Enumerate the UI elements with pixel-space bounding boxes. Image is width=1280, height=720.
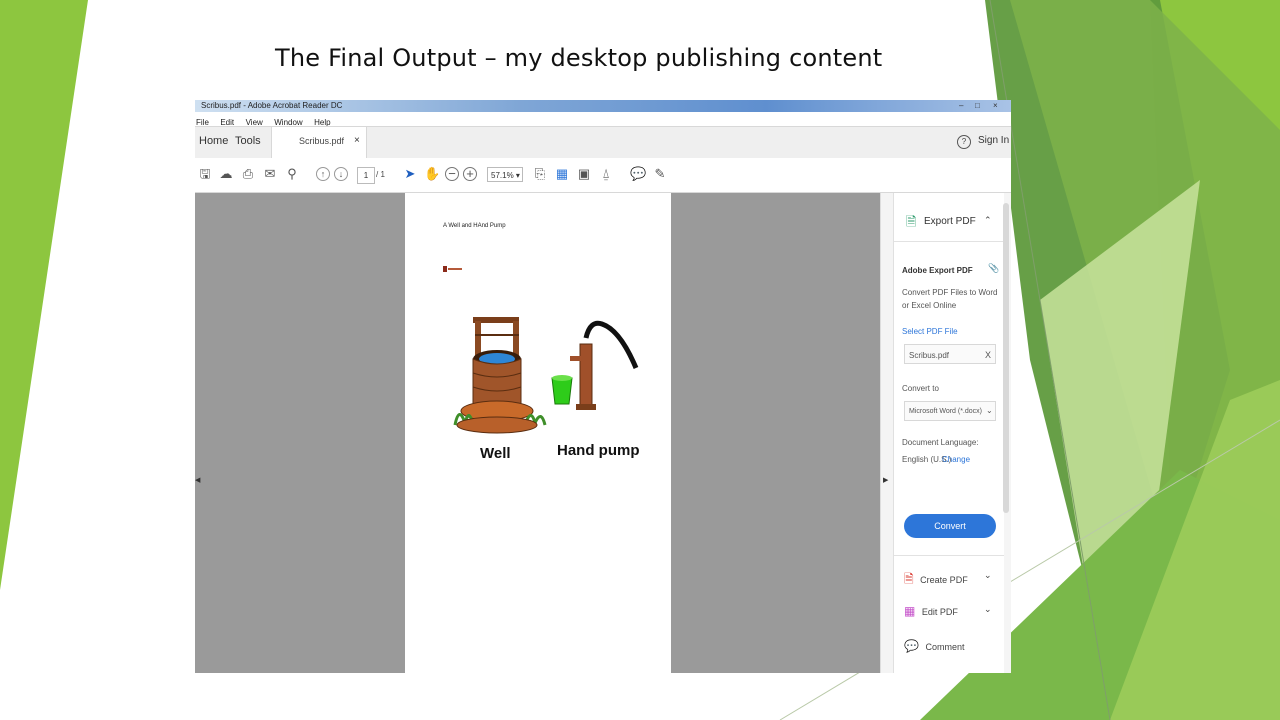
chevron-down-icon: ⌄	[986, 406, 993, 415]
window-title: Scribus.pdf - Adobe Acrobat Reader DC	[201, 101, 343, 110]
email-icon[interactable]: ✉	[262, 166, 278, 182]
tab-home[interactable]: Home	[199, 135, 228, 147]
comment-tool-icon: 💬	[904, 639, 919, 653]
hand-icon[interactable]: ✋	[424, 166, 440, 182]
right-pane-toggle-icon[interactable]: ▶	[883, 476, 888, 484]
page-number-input[interactable]: 1	[357, 167, 375, 184]
tab-close-icon[interactable]: ×	[354, 135, 360, 146]
zoom-out-icon[interactable]: −	[445, 167, 459, 181]
maximize-button[interactable]: □	[975, 101, 980, 110]
create-pdf-icon: 🗎	[904, 572, 914, 586]
logo-icon	[443, 266, 462, 272]
adobe-export-pdf-title: Adobe Export PDF	[902, 266, 973, 275]
search-icon[interactable]: ⚲	[284, 166, 300, 182]
marquee-icon[interactable]: ⍙	[598, 166, 614, 182]
select-pdf-file-label: Select PDF File	[902, 327, 958, 336]
fit-page-icon[interactable]: ⎘	[532, 166, 548, 182]
zoom-in-icon[interactable]: +	[463, 167, 477, 181]
convert-to-label: Convert to	[902, 384, 939, 393]
help-icon[interactable]: ?	[957, 135, 971, 149]
close-window-button[interactable]: ×	[993, 101, 998, 110]
chevron-down-icon[interactable]: ⌄	[984, 604, 992, 615]
right-pane: 🗎 Export PDF ⌃ Adobe Export PDF 📎 Conver…	[893, 193, 1011, 673]
tab-document-label: Scribus.pdf	[299, 136, 345, 146]
menu-bar: File Edit View Window Help	[195, 112, 1011, 127]
export-pdf-icon: 🗎	[906, 214, 917, 229]
hand-pump-illustration	[551, 320, 639, 410]
page-up-icon[interactable]: ↑	[316, 167, 330, 181]
description-line1: Convert PDF Files to Word	[902, 288, 998, 297]
minimize-button[interactable]: –	[959, 101, 963, 110]
collapse-chevron-icon[interactable]: ⌃	[984, 215, 992, 226]
chevron-down-icon[interactable]: ⌄	[984, 570, 992, 581]
pane-splitter[interactable]: ▶	[880, 193, 894, 673]
sign-in-link[interactable]: Sign In	[978, 135, 1009, 146]
tool-edit-pdf[interactable]: ▦ Edit PDF ⌄	[904, 604, 992, 618]
divider	[894, 555, 1004, 556]
edit-pdf-icon: ▦	[904, 604, 916, 618]
clear-file-icon[interactable]: X	[985, 350, 991, 360]
print-icon[interactable]: ⎙	[240, 166, 256, 182]
document-viewport[interactable]: ◀ A Well and HAnd Pump Well Hand pump	[195, 193, 880, 673]
tool-comment[interactable]: 💬 Comment	[904, 639, 964, 653]
file-field-value: Scribus.pdf	[909, 351, 950, 360]
toolbar: 🖫 ☁ ⎙ ✉ ⚲ ↑ ↓ 1 / 1 ➤ ✋ − + 57.1% ▾ ⎘ ▦ …	[195, 158, 1011, 193]
create-pdf-label: Create PDF	[920, 575, 968, 585]
select-cursor-icon[interactable]: ➤	[402, 166, 418, 182]
save-icon[interactable]: 🖫	[197, 166, 213, 182]
comment-label: Comment	[925, 642, 965, 652]
convert-button[interactable]: Convert	[904, 514, 996, 538]
divider	[894, 241, 1004, 242]
convert-to-select[interactable]: Microsoft Word (*.docx) ⌄	[904, 401, 996, 421]
zoom-select[interactable]: 57.1% ▾	[487, 167, 523, 182]
slide-title: The Final Output – my desktop publishing…	[275, 44, 883, 72]
description-line2: or Excel Online	[902, 301, 957, 310]
cloud-upload-icon[interactable]: ☁	[218, 166, 234, 182]
edit-pdf-label: Edit PDF	[921, 607, 958, 617]
well-caption: Well	[480, 445, 511, 462]
right-pane-scrollbar[interactable]	[1003, 203, 1009, 513]
left-collapse-arrow-icon[interactable]: ◀	[195, 476, 200, 484]
tab-bar: Home Tools Scribus.pdf × ? Sign In	[195, 126, 1011, 159]
tab-tools[interactable]: Tools	[235, 135, 261, 147]
export-pdf-section-title[interactable]: Export PDF	[924, 216, 976, 227]
left-green-shape	[0, 0, 88, 590]
export-pdf-panel: 🗎 Export PDF ⌃ Adobe Export PDF 📎 Conver…	[893, 193, 1004, 673]
page-total: / 1	[376, 170, 385, 179]
change-language-link[interactable]: Change	[942, 455, 970, 464]
page-down-icon[interactable]: ↓	[334, 167, 348, 181]
zoom-value: 57.1%	[491, 171, 514, 180]
read-mode-icon[interactable]: ▣	[576, 166, 592, 182]
acrobat-window: Scribus.pdf - Adobe Acrobat Reader DC – …	[195, 100, 1011, 673]
pdf-page: A Well and HAnd Pump Well Hand pump	[405, 193, 671, 673]
convert-to-value: Microsoft Word (*.docx)	[909, 408, 982, 415]
file-field[interactable]: Scribus.pdf X	[904, 344, 996, 364]
hand-pump-caption: Hand pump	[557, 442, 640, 459]
document-language-label: Document Language:	[902, 438, 979, 447]
attachment-icon[interactable]: 📎	[988, 263, 999, 274]
pen-icon[interactable]: ✎	[652, 166, 668, 182]
window-titlebar: Scribus.pdf - Adobe Acrobat Reader DC – …	[195, 100, 1011, 112]
comment-icon[interactable]: 💬	[630, 166, 646, 182]
tab-document[interactable]: Scribus.pdf ×	[271, 127, 367, 158]
page-view-icon[interactable]: ▦	[554, 166, 570, 182]
tool-create-pdf[interactable]: 🗎 Create PDF ⌄	[904, 570, 992, 591]
page-heading: A Well and HAnd Pump	[443, 223, 506, 229]
well-illustration	[453, 317, 547, 434]
